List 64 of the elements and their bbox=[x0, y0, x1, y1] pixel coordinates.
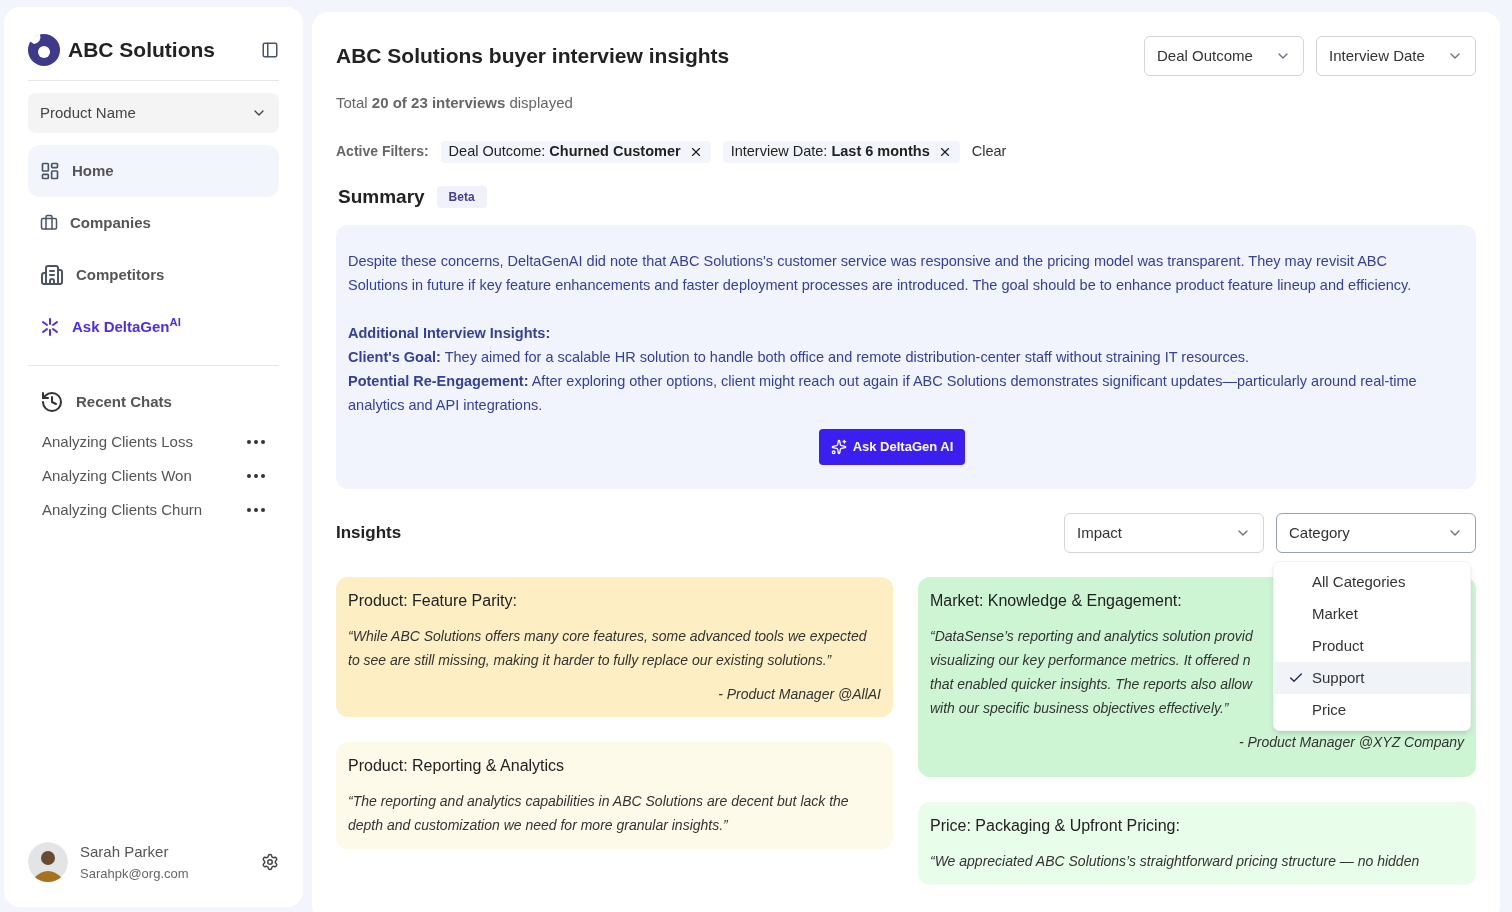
interview-count: Total 20 of 23 interviews displayed bbox=[336, 93, 574, 113]
recent-chat-item[interactable]: Analyzing Clients Loss bbox=[42, 430, 193, 454]
more-options-button[interactable] bbox=[247, 474, 265, 478]
chip-label: Deal Outcome: Churned Customer bbox=[448, 141, 681, 161]
section-title: Insights bbox=[336, 522, 402, 545]
quote-author: - Product Manager @XYZ Company bbox=[1238, 733, 1464, 752]
user-email: Sarahpk@org.com bbox=[80, 864, 190, 883]
dropdown-option[interactable]: All Categories bbox=[1274, 566, 1470, 598]
nav-item[interactable]: Companies bbox=[28, 197, 279, 249]
insight-quote: “The reporting and analytics capabilities in ABC Solutions are decent but lack the depth and customization we need for more granular insights.” bbox=[348, 792, 850, 835]
insight-title: Product: Reporting & Analytics bbox=[348, 756, 566, 776]
more-icon bbox=[247, 474, 265, 478]
dropdown-option[interactable]: Support bbox=[1274, 662, 1470, 694]
dropdown-option[interactable]: Price bbox=[1274, 694, 1470, 726]
brand-name: ABC Solutions bbox=[68, 37, 215, 64]
insight-quote: “While ABC Solutions offers many core features, some advanced tools we expected to see are still missing, making it harder to fully replace our existing solutions.” bbox=[348, 627, 868, 670]
product-select[interactable]: Product Name bbox=[28, 93, 279, 133]
insights-heading: Additional Interview Insights: bbox=[348, 324, 552, 343]
history-icon bbox=[40, 390, 64, 414]
nav-item[interactable]: Ask DeltaGen$^{AI}$ bbox=[28, 301, 279, 353]
more-options-button[interactable] bbox=[247, 440, 265, 444]
recent-chat-item[interactable]: Analyzing Clients Won bbox=[42, 464, 192, 488]
section-title: Recent Chats bbox=[76, 391, 172, 412]
more-icon bbox=[247, 440, 265, 444]
ask-ai-button[interactable]: Ask DeltaGen AI bbox=[818, 429, 966, 465]
avatar bbox=[28, 842, 68, 882]
filter-select[interactable]: Category bbox=[1276, 513, 1476, 553]
sparkle-icon bbox=[40, 317, 60, 337]
insight-quote-line: “DataSense’s reporting and analytics solution provid bbox=[930, 627, 1253, 646]
nav-item[interactable]: Competitors bbox=[28, 249, 279, 301]
summary-paragraph: Despite these concerns, DeltaGenAI did note that ABC Solutions's customer service was responsive and the pricing model was transparent. They may revisit ABC Solutions in future if key feature enhancements and faster deployment processes are introduced. The goal should be to enhance product feature lineup and efficiency. bbox=[348, 252, 1413, 295]
more-options-button[interactable] bbox=[247, 508, 265, 512]
chip-label: Interview Date: Last 6 months bbox=[730, 141, 930, 161]
filter-select[interactable]: Interview Date bbox=[1316, 36, 1476, 76]
insight-title: Market: Knowledge & Engagement: bbox=[930, 591, 1183, 611]
page-title: ABC Solutions buyer interview insights bbox=[336, 43, 730, 70]
user-name: Sarah Parker bbox=[80, 842, 170, 862]
insight-quote-line: with our specific business objectives effectively.” bbox=[930, 699, 1229, 718]
clear-filters-link[interactable]: Clear bbox=[971, 140, 1007, 163]
insight-title: Price: Packaging & Upfront Pricing: bbox=[930, 816, 1181, 836]
beta-badge: Beta bbox=[436, 185, 487, 208]
building-icon bbox=[40, 263, 64, 287]
insight-quote: “We appreciated ABC Solutions’s straightforward pricing structure — no hidden bbox=[930, 852, 1421, 871]
filter-select[interactable]: Impact bbox=[1064, 513, 1264, 553]
recent-chat-item[interactable]: Analyzing Clients Churn bbox=[42, 498, 203, 522]
dropdown-option[interactable]: Product bbox=[1274, 630, 1470, 662]
logo-icon bbox=[28, 34, 60, 66]
insight-text: Client's Goal: They aimed for a scalable HR solution to handle both office and remote distribution-center staff without straining IT resources. bbox=[348, 348, 1251, 367]
quote-author: - Product Manager @AllAI bbox=[718, 685, 881, 704]
more-icon bbox=[247, 508, 265, 512]
insight-quote-line: visualizing our key performance metrics. It offered n bbox=[930, 651, 1251, 670]
section-title: Summary bbox=[338, 184, 425, 209]
sparkles-icon bbox=[830, 439, 847, 455]
collapse-sidebar-button[interactable] bbox=[261, 41, 279, 59]
active-filters-label: Active Filters: bbox=[336, 142, 429, 161]
insight-title: Product: Feature Parity: bbox=[348, 591, 518, 611]
insight-text: Potential Re-Engagement: After exploring other options, client might reach out again if ABC Solutions demonstrates significant updates—particularly around real-time analytics and API integrations. bbox=[348, 372, 1418, 415]
briefcase-icon bbox=[40, 214, 58, 232]
settings-button[interactable] bbox=[261, 853, 279, 871]
nav-item[interactable]: Home bbox=[28, 145, 279, 197]
dashboard-icon bbox=[40, 161, 60, 181]
dropdown-option[interactable]: Market bbox=[1274, 598, 1470, 630]
filter-select[interactable]: Deal Outcome bbox=[1144, 36, 1304, 76]
insight-quote-line: that enabled quicker insights. The reports also allow bbox=[930, 675, 1253, 694]
